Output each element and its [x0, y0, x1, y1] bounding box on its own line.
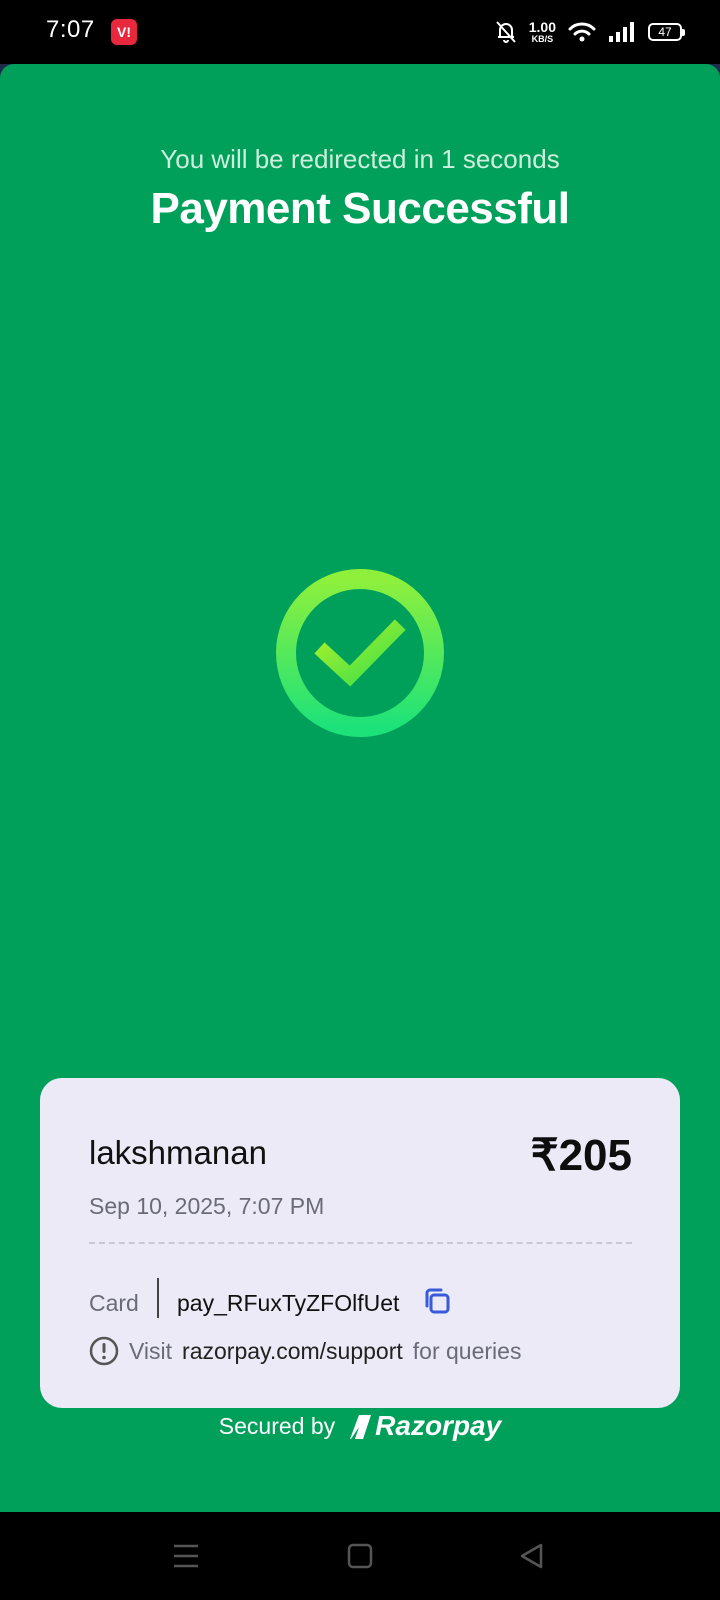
payment-result-panel: You will be redirected in 1 seconds Paym… — [0, 64, 720, 1512]
page-title: Payment Successful — [150, 184, 570, 233]
signal-icon — [609, 22, 634, 42]
home-icon — [347, 1543, 373, 1569]
support-prefix: Visit — [129, 1337, 173, 1364]
support-link[interactable]: razorpay.com/support — [182, 1338, 403, 1365]
net-speed: 1.00 KB/S — [529, 20, 556, 44]
status-icons: 1.00 KB/S 47 — [495, 16, 685, 48]
receipt-card: lakshmanan ₹205 Sep 10, 2025, 7:07 PM Ca… — [40, 1078, 680, 1408]
back-icon — [520, 1543, 543, 1569]
success-check-icon — [276, 569, 444, 737]
wifi-icon — [568, 22, 596, 42]
mute-bell-icon — [496, 21, 516, 43]
payment-amount: ₹205 — [530, 1131, 632, 1180]
copy-icon[interactable] — [421, 1285, 453, 1317]
merchant-name: lakshmanan — [89, 1134, 267, 1171]
separator — [157, 1278, 159, 1318]
support-note: Visit razorpay.com/support for queries — [89, 1336, 521, 1366]
carrier-badge-icon: V! — [111, 19, 137, 45]
brand-name: Razorpay — [375, 1410, 502, 1441]
secured-label: Secured by — [218, 1412, 336, 1439]
menu-icon — [174, 1544, 198, 1568]
battery-icon: 47 — [648, 23, 685, 41]
info-icon — [89, 1336, 119, 1366]
support-suffix: for queries — [412, 1337, 522, 1364]
back-button[interactable] — [512, 1538, 552, 1574]
payment-datetime: Sep 10, 2025, 7:07 PM — [89, 1193, 325, 1219]
status-time: 7:07 — [46, 16, 95, 43]
divider — [89, 1242, 632, 1244]
payment-id: pay_RFuxTyZFOlfUet — [177, 1290, 400, 1316]
net-speed-value: 1.00 — [528, 19, 556, 35]
redirect-message: You will be redirected in 1 seconds — [160, 144, 560, 174]
net-speed-unit: KB/S — [531, 34, 554, 44]
razorpay-mark-icon — [350, 1415, 372, 1439]
payment-method: Card — [89, 1290, 139, 1316]
navigation-bar — [0, 1512, 720, 1600]
razorpay-logo: Razorpay — [349, 1410, 501, 1442]
home-button[interactable] — [340, 1538, 380, 1574]
secured-by: Secured by Razorpay — [0, 1410, 720, 1442]
menu-button[interactable] — [166, 1538, 206, 1574]
status-bar: 7:07 V! 1.00 KB/S 47 — [0, 0, 720, 64]
